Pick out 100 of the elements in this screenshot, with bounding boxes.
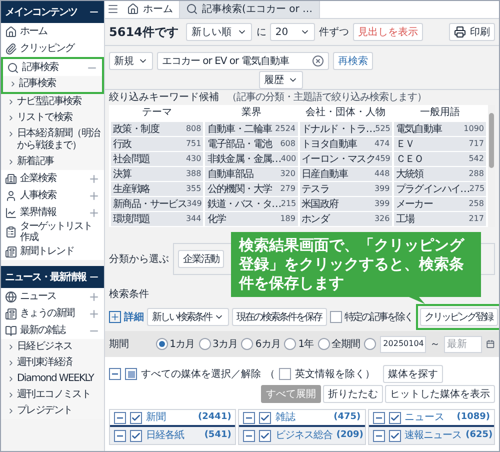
checkbox[interactable]: [388, 412, 401, 424]
sidebar-item[interactable]: ニュース: [1, 288, 104, 305]
sidebar-item[interactable]: 業界情報: [1, 204, 104, 221]
sidebar-subitem[interactable]: Diamond WEEKLY: [1, 371, 104, 387]
save-condition-button[interactable]: 現在の検索条件を保存: [232, 308, 326, 326]
radio-button[interactable]: [318, 338, 330, 350]
date-from-field[interactable]: 20250104: [380, 336, 426, 352]
section-header[interactable]: ニュース・最新情報: [1, 266, 104, 288]
media-label[interactable]: 日経各紙: [146, 428, 184, 443]
media-action-button[interactable]: 折りたたむ: [323, 385, 383, 403]
sidebar-item[interactable]: クリッピング: [1, 40, 104, 57]
media-label[interactable]: ビジネス総合: [275, 428, 332, 443]
keyword-chip[interactable]: トヨタ自動車 474: [300, 137, 392, 151]
keyword-chip[interactable]: 政策・制度 808: [111, 122, 204, 136]
checkbox[interactable]: [259, 412, 272, 424]
expand-icon[interactable]: [88, 290, 100, 302]
collapse-toggle-icon[interactable]: [109, 368, 121, 380]
checkbox[interactable]: [130, 412, 142, 424]
keyword-chip[interactable]: ホンダ 326: [300, 212, 392, 226]
keyword-chip[interactable]: メーカー 258: [394, 197, 486, 211]
search-field[interactable]: エコカー or EV or 電気自動車: [157, 52, 329, 70]
sidebar-subitem[interactable]: リストで検索: [1, 110, 104, 126]
history-button[interactable]: 履歴: [259, 71, 303, 89]
clear-icon[interactable]: [312, 55, 324, 67]
sidebar-item[interactable]: 人事検索: [1, 187, 104, 204]
sidebar-subitem[interactable]: 週刊東洋経済: [1, 355, 104, 371]
expand-icon[interactable]: [88, 308, 100, 320]
collapse-toggle-icon[interactable]: [114, 430, 126, 442]
checkbox[interactable]: [259, 430, 272, 442]
find-media-button[interactable]: 媒体を探す: [383, 365, 443, 383]
sidebar-subitem[interactable]: 週刊エコノミスト: [1, 387, 104, 403]
expand-icon[interactable]: [88, 206, 100, 218]
media-action-button[interactable]: ヒットした媒体を表示: [385, 385, 495, 403]
research-button[interactable]: 再検索: [333, 52, 373, 70]
keyword-chip[interactable]: ＣＥＯ 542: [394, 152, 486, 166]
details-link[interactable]: 詳細: [124, 310, 144, 324]
keyword-chip[interactable]: 日産自動車 448: [300, 167, 392, 181]
keyword-chip[interactable]: 社会問題 430: [111, 152, 204, 166]
tab[interactable]: 記事検索(エコカー or …: [180, 1, 320, 18]
radio-button[interactable]: [284, 338, 296, 350]
expand-details-icon[interactable]: [109, 311, 121, 323]
keyword-chip[interactable]: 工場 217: [394, 212, 486, 226]
keyword-chip[interactable]: ドナルド・トラ…525: [300, 122, 392, 136]
keyword-chip[interactable]: 新商品・サービス349: [111, 197, 204, 211]
calendar-icon[interactable]: [486, 338, 495, 350]
date-to-field[interactable]: 最新: [444, 336, 482, 352]
checkbox[interactable]: [330, 311, 342, 323]
radio-button[interactable]: [198, 338, 211, 350]
sidebar-subitem[interactable]: 記事検索: [3, 76, 102, 92]
keyword-chip[interactable]: ＥＶ 717: [394, 137, 486, 151]
keyword-chip[interactable]: 生産戦略 355: [111, 182, 204, 196]
sidebar-item[interactable]: きょうの新聞: [1, 305, 104, 322]
mode-select[interactable]: 新規: [109, 52, 153, 70]
keyword-chip[interactable]: 大統領 288: [394, 167, 486, 181]
collapse-toggle-icon[interactable]: [372, 412, 385, 424]
print-button[interactable]: 印刷: [449, 23, 495, 41]
keyword-chip[interactable]: 環境問題 344: [111, 212, 204, 226]
sidebar-subitem[interactable]: ナビ型記事検索: [1, 94, 104, 110]
expand-icon[interactable]: [88, 172, 100, 184]
sidebar-item[interactable]: ホーム: [1, 23, 104, 40]
keyword-chip[interactable]: 行政 751: [111, 137, 204, 151]
category-button[interactable]: 企業活動: [178, 250, 224, 268]
expand-icon[interactable]: [88, 190, 100, 202]
keyword-chip[interactable]: 決算 388: [111, 167, 204, 181]
sidebar-item[interactable]: ターゲットリスト作成: [1, 221, 104, 243]
checkbox[interactable]: [279, 368, 291, 380]
keyword-chip[interactable]: テスラ 399: [300, 182, 392, 196]
keyword-chip[interactable]: 米国政府 399: [300, 197, 392, 211]
collapse-toggle-icon[interactable]: [372, 430, 385, 442]
collapse-toggle-icon[interactable]: [114, 412, 126, 424]
media-label[interactable]: 新聞: [146, 410, 166, 425]
clipping-button[interactable]: クリッピング登録: [420, 308, 498, 326]
sidebar-item[interactable]: 最新の雑誌: [1, 322, 104, 339]
sidebar-subitem[interactable]: 日本経済新聞（明治から戦後まで）: [1, 126, 104, 154]
menu-icon[interactable]: [107, 3, 119, 15]
keyword-chip[interactable]: 鉄道・バス・タ…215: [205, 197, 298, 211]
sort-select[interactable]: 新しい順: [186, 23, 252, 41]
media-label[interactable]: ニュース: [404, 410, 445, 425]
radio-button[interactable]: [156, 338, 168, 350]
media-label[interactable]: 雑誌: [275, 410, 296, 425]
radio-button[interactable]: [241, 338, 254, 350]
sidebar-subitem[interactable]: 新着記事: [1, 154, 104, 170]
sidebar-item[interactable]: 新聞トレンド: [1, 243, 104, 260]
sidebar-item[interactable]: 企業検索: [1, 170, 104, 187]
sidebar-subitem[interactable]: 日経ビジネス: [1, 339, 104, 355]
saved-condition-select[interactable]: 新しい検索条件: [147, 308, 228, 326]
sidebar-item[interactable]: 記事検索: [3, 59, 102, 76]
keyword-chip[interactable]: 公的機関・大学 279: [205, 182, 298, 196]
collapse-toggle-icon[interactable]: [243, 412, 256, 424]
show-headlines-button[interactable]: 見出しを表示: [353, 23, 424, 41]
select-all-checkbox[interactable]: [125, 368, 137, 380]
keyword-chip[interactable]: 電子部品・電池 608: [205, 137, 298, 151]
checkbox[interactable]: [130, 430, 142, 442]
radio-button[interactable]: [364, 338, 376, 350]
section-header[interactable]: メインコンテンツ: [1, 1, 104, 23]
keyword-chip[interactable]: 電気自動車 1090: [394, 122, 486, 136]
checkbox[interactable]: [388, 430, 401, 442]
keyword-chip[interactable]: 自動車部品 320: [205, 167, 298, 181]
keyword-chip[interactable]: 自動車・二輪車 2524: [205, 122, 298, 136]
keyword-chip[interactable]: 化学 189: [205, 212, 298, 226]
